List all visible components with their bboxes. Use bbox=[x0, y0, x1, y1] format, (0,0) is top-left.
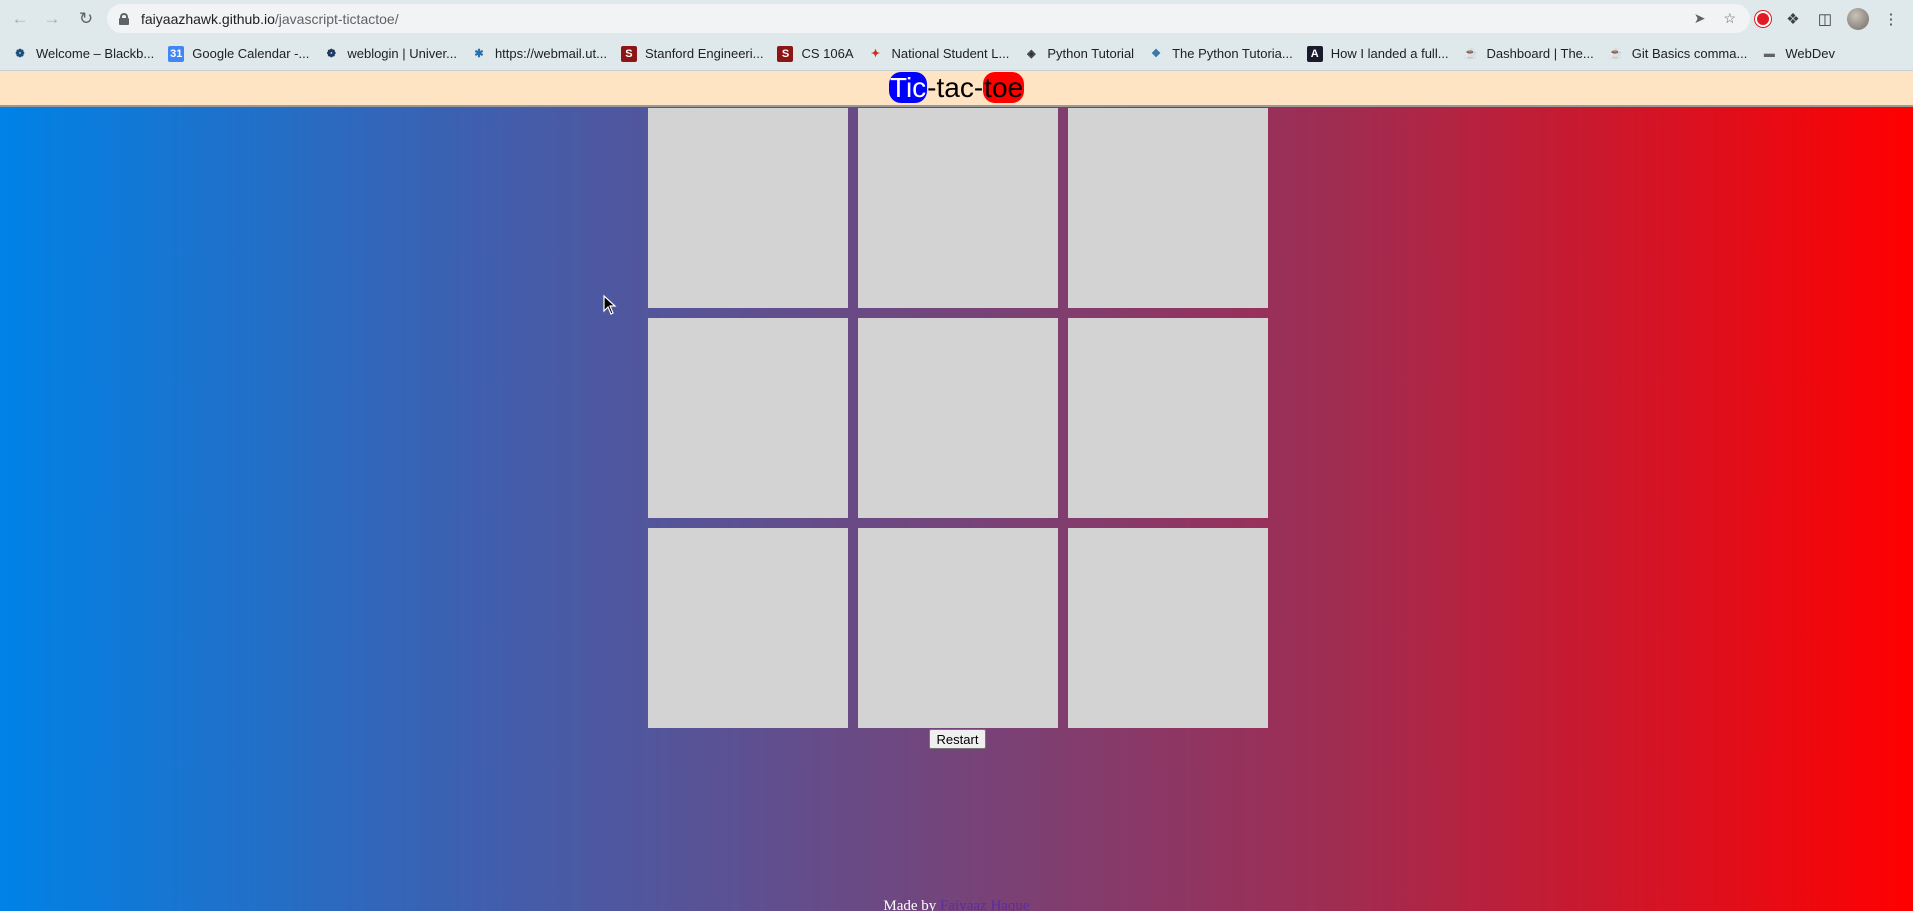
back-arrow-icon[interactable]: ← bbox=[6, 5, 34, 33]
bookmark-item[interactable]: ☕ Dashboard | The... bbox=[1463, 46, 1594, 62]
bookmark-item[interactable]: A How I landed a full... bbox=[1306, 45, 1449, 62]
maple-leaf-icon: ✦ bbox=[870, 48, 881, 60]
url-text[interactable]: faiyaazhawk.github.io/javascript-tictact… bbox=[141, 11, 399, 27]
board-cell-5[interactable] bbox=[858, 318, 1058, 518]
board-cell-9[interactable] bbox=[1068, 528, 1268, 728]
bookmark-label: Dashboard | The... bbox=[1486, 46, 1594, 61]
bookmark-item[interactable]: ❁ Welcome – Blackb... bbox=[12, 46, 154, 62]
bookmark-item[interactable]: ✦ National Student L... bbox=[868, 46, 1010, 62]
bookmarks-bar: ❁ Welcome – Blackb... 31 Google Calendar -.… bbox=[0, 37, 1913, 71]
webmail-icon: ✱ bbox=[474, 48, 484, 60]
bookmark-label: The Python Tutoria... bbox=[1172, 46, 1293, 61]
lock-icon[interactable] bbox=[119, 12, 129, 25]
game-board bbox=[648, 108, 1268, 729]
python-icon: ❖ bbox=[1151, 48, 1161, 60]
title-tic: Tic bbox=[888, 72, 928, 103]
reload-icon[interactable]: ↻ bbox=[72, 5, 100, 33]
footer-prefix: Made by bbox=[883, 898, 941, 911]
star-icon[interactable]: ☆ bbox=[1723, 10, 1736, 27]
board-cell-4[interactable] bbox=[648, 318, 848, 518]
bookmark-label: WebDev bbox=[1785, 46, 1835, 61]
bookmark-item[interactable]: ❁ weblogin | Univer... bbox=[323, 46, 457, 62]
title-tac: -tac- bbox=[927, 72, 984, 103]
bookmark-label: https://webmail.ut... bbox=[494, 46, 607, 61]
mouse-cursor-icon bbox=[603, 294, 617, 315]
bookmark-item[interactable]: ❖ The Python Tutoria... bbox=[1148, 46, 1293, 62]
bookmark-label: CS 106A bbox=[801, 46, 854, 61]
board-cell-2[interactable] bbox=[858, 108, 1058, 308]
page-content: Tic-tac-toe Restart Made by Faiyaaz Haqu… bbox=[0, 71, 1913, 911]
extensions-puzzle-icon[interactable]: ❖ bbox=[1783, 10, 1803, 28]
profile-avatar[interactable] bbox=[1847, 7, 1869, 30]
odin-icon: ☕ bbox=[1608, 48, 1623, 60]
extension-adblock-icon[interactable] bbox=[1755, 10, 1771, 27]
python-tutorial-icon: ◈ bbox=[1027, 48, 1036, 60]
bookmark-label: How I landed a full... bbox=[1330, 46, 1449, 61]
medium-icon: A bbox=[1306, 45, 1323, 62]
google-calendar-icon: 31 bbox=[168, 45, 185, 62]
blackboard-icon: ❁ bbox=[15, 48, 25, 60]
board-cell-6[interactable] bbox=[1068, 318, 1268, 518]
university-icon: ❁ bbox=[326, 48, 336, 60]
bookmark-item[interactable]: S Stanford Engineeri... bbox=[620, 45, 764, 62]
bookmark-item[interactable]: ☕ Git Basics comma... bbox=[1608, 46, 1748, 62]
restart-button[interactable]: Restart bbox=[929, 729, 986, 749]
board-cell-1[interactable] bbox=[648, 108, 848, 308]
address-bar[interactable]: faiyaazhawk.github.io/javascript-tictact… bbox=[107, 4, 1750, 33]
author-link[interactable]: Faiyaaz Haque bbox=[940, 898, 1030, 911]
bookmark-label: Welcome – Blackb... bbox=[36, 46, 155, 61]
page-title: Tic-tac-toe bbox=[888, 71, 1025, 105]
side-panel-icon[interactable]: ◫ bbox=[1815, 10, 1835, 28]
url-host: faiyaazhawk.github.io bbox=[141, 10, 275, 27]
menu-kebab-icon[interactable]: ⋮ bbox=[1881, 10, 1901, 28]
bookmark-item[interactable]: ▬ WebDev bbox=[1761, 46, 1835, 62]
browser-toolbar: ← → ↻ faiyaazhawk.github.io/javascript-t… bbox=[0, 0, 1913, 37]
page-header: Tic-tac-toe bbox=[0, 71, 1913, 107]
stanford-icon: S bbox=[620, 45, 637, 62]
bookmark-label: Google Calendar -... bbox=[192, 46, 310, 61]
bookmark-label: National Student L... bbox=[891, 46, 1010, 61]
board-cell-3[interactable] bbox=[1068, 108, 1268, 308]
url-path: /javascript-tictactoe/ bbox=[274, 10, 399, 27]
board-cell-8[interactable] bbox=[858, 528, 1058, 728]
board-cell-7[interactable] bbox=[648, 528, 848, 728]
page-footer: Made by Faiyaaz Haque bbox=[0, 898, 1913, 911]
bookmark-label: weblogin | Univer... bbox=[347, 46, 457, 61]
bookmark-label: Stanford Engineeri... bbox=[644, 46, 764, 61]
bookmark-item[interactable]: 31 Google Calendar -... bbox=[168, 45, 310, 62]
bookmark-item[interactable]: ◈ Python Tutorial bbox=[1023, 46, 1134, 62]
bookmark-item[interactable]: S CS 106A bbox=[777, 45, 854, 62]
bookmark-label: Git Basics comma... bbox=[1631, 46, 1748, 61]
folder-icon: ▬ bbox=[1763, 47, 1775, 60]
forward-arrow-icon[interactable]: → bbox=[38, 5, 66, 33]
share-icon[interactable]: ➤ bbox=[1694, 10, 1706, 27]
bookmark-label: Python Tutorial bbox=[1047, 46, 1135, 61]
odin-icon: ☕ bbox=[1463, 48, 1478, 60]
bookmark-item[interactable]: ✱ https://webmail.ut... bbox=[471, 46, 607, 62]
stanford-icon: S bbox=[777, 45, 794, 62]
title-toe: toe bbox=[983, 72, 1025, 103]
